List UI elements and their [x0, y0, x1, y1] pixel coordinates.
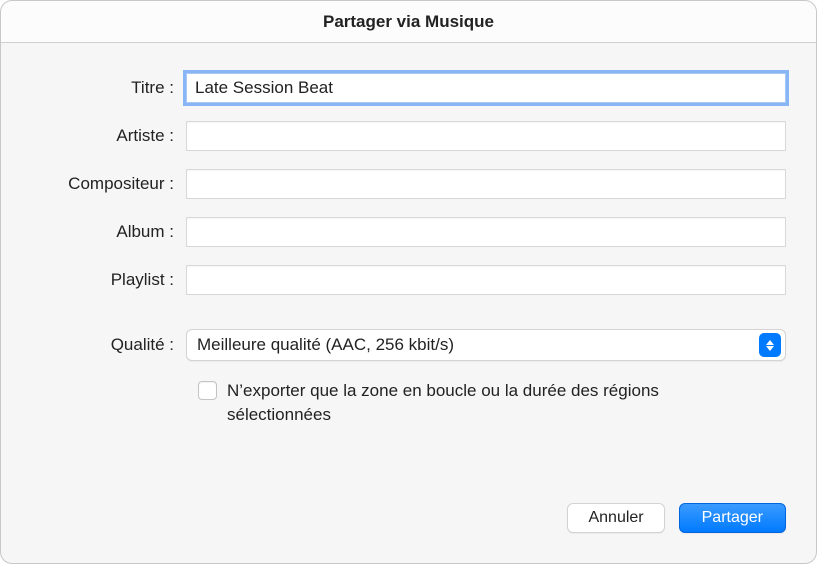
row-export-checkbox: N’exporter que la zone en boucle ou la d…: [31, 379, 786, 427]
row-album: Album :: [31, 217, 786, 247]
share-button[interactable]: Partager: [679, 503, 786, 533]
composer-label: Compositeur :: [31, 174, 186, 194]
playlist-input[interactable]: [186, 265, 786, 295]
titlebar: Partager via Musique: [1, 1, 816, 43]
dialog-window: Partager via Musique Titre : Artiste : C…: [0, 0, 817, 564]
artist-label: Artiste :: [31, 126, 186, 146]
artist-input[interactable]: [186, 121, 786, 151]
album-input[interactable]: [186, 217, 786, 247]
updown-icon: [759, 333, 781, 357]
quality-select[interactable]: Meilleure qualité (AAC, 256 kbit/s): [186, 329, 786, 361]
row-composer: Compositeur :: [31, 169, 786, 199]
row-title: Titre :: [31, 73, 786, 103]
window-title: Partager via Musique: [323, 12, 494, 32]
quality-label: Qualité :: [31, 335, 186, 355]
export-checkbox[interactable]: [198, 381, 217, 400]
cancel-button[interactable]: Annuler: [567, 503, 664, 533]
row-playlist: Playlist :: [31, 265, 786, 295]
row-quality: Qualité : Meilleure qualité (AAC, 256 kb…: [31, 329, 786, 361]
playlist-label: Playlist :: [31, 270, 186, 290]
album-label: Album :: [31, 222, 186, 242]
title-label: Titre :: [31, 78, 186, 98]
quality-value: Meilleure qualité (AAC, 256 kbit/s): [197, 335, 759, 355]
row-artist: Artiste :: [31, 121, 786, 151]
composer-input[interactable]: [186, 169, 786, 199]
title-input[interactable]: [186, 73, 786, 103]
export-checkbox-label: N’exporter que la zone en boucle ou la d…: [227, 379, 767, 427]
footer: Annuler Partager: [1, 503, 816, 563]
content-area: Titre : Artiste : Compositeur : Album : …: [1, 43, 816, 503]
